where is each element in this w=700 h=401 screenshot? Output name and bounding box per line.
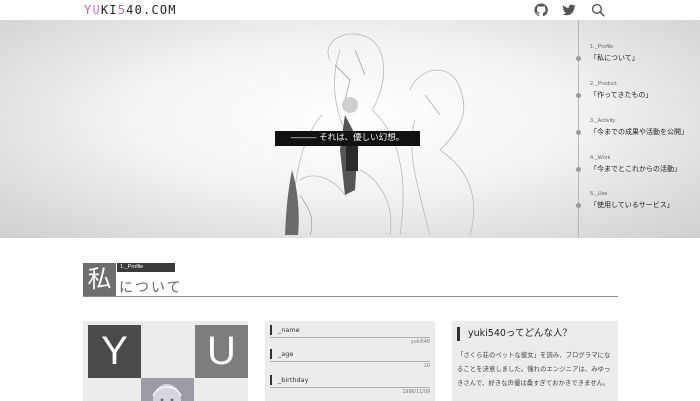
field-value: 1996/11/09 (402, 390, 430, 395)
avatar (141, 378, 194, 401)
about-card: yuki540ってどんな人？ 「さくら荘のペットな彼女」を読み、プログラマになる… (452, 321, 618, 401)
site-header: YUKI540.COM (0, 0, 700, 20)
timeline-item-product[interactable]: 2._Product 「作ってきたもの」 (576, 80, 695, 101)
hero-tagline: ――― それは、優しい幻想。 (275, 131, 420, 146)
timeline-title: 「使用しているサービス」 (590, 201, 674, 209)
timeline-number: 5._Use (590, 191, 608, 197)
timeline-item-use[interactable]: 5._Use 「使用しているサービス」 (576, 190, 695, 211)
profile-field-age: _age 20 (270, 349, 430, 372)
timeline-title: 「私について」 (590, 54, 639, 62)
twitter-icon[interactable] (562, 3, 576, 17)
section-label: 1._Profile (117, 263, 175, 272)
about-text: 「さくら荘のペットな彼女」を読み、プログラマになることを決意しました。憧れのエン… (457, 351, 611, 387)
section-divider (83, 296, 618, 297)
field-label: _name (270, 325, 430, 335)
logo-letter-u: U (92, 3, 101, 17)
field-value: 20 (423, 364, 430, 369)
search-icon[interactable] (591, 3, 605, 17)
timeline-number: 1._Profile (590, 44, 614, 50)
field-label: _birthday (270, 375, 430, 385)
about-title: yuki540ってどんな人？ (457, 327, 572, 341)
tile-letter-y: Y (88, 325, 141, 378)
site-logo[interactable]: YUKI540.COM (84, 3, 177, 17)
logo-text-ki: KI (100, 3, 118, 17)
github-icon[interactable] (534, 3, 548, 17)
profile-info-card: _name yuki540 _age 20 _birthday 1996/11/… (265, 321, 435, 401)
timeline-number: 4._Work (590, 155, 611, 161)
timeline-item-activity[interactable]: 3._Activity 「今までの成果や活動を公開」 (576, 117, 695, 138)
timeline-item-work[interactable]: 4._Work 「今までとこれからの活動」 (576, 154, 695, 175)
logo-text-domain: 40.COM (126, 3, 177, 17)
timeline-number: 2._Product (590, 81, 617, 87)
timeline-title: 「作ってきたもの」 (590, 91, 653, 99)
field-value: yuki540 (410, 340, 430, 345)
timeline-title: 「今までとこれからの活動」 (590, 165, 681, 173)
timeline-item-profile[interactable]: 1._Profile 「私について」 (576, 43, 695, 64)
timeline-number: 3._Activity (590, 118, 616, 124)
tile-letter-u: U (195, 325, 248, 378)
section-title: について (119, 280, 183, 296)
timeline-dot (576, 130, 581, 135)
logo-digit-5: 5 (117, 3, 127, 17)
profile-logo-card: Y U (83, 321, 248, 401)
timeline-dot (576, 56, 581, 61)
timeline-title: 「今までの成果や活動を公開」 (590, 128, 688, 136)
field-label: _age (270, 349, 430, 359)
section-kanji: 私 (83, 263, 116, 296)
timeline-dot (576, 203, 581, 208)
profile-field-name: _name yuki540 (270, 325, 430, 348)
timeline-dot (576, 93, 581, 98)
profile-field-birthday: _birthday 1996/11/09 (270, 375, 430, 398)
timeline-dot (576, 167, 581, 172)
